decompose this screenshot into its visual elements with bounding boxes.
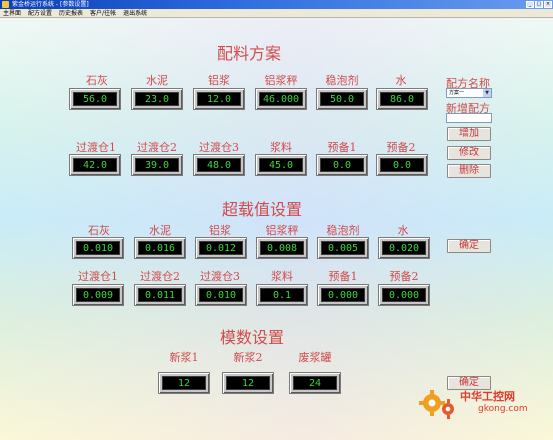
recipe-aluminum-field[interactable]: 12.0: [193, 88, 245, 110]
add-button[interactable]: 增加: [447, 127, 491, 141]
recipe-label-spare-2: 预备2: [386, 141, 416, 154]
overload-label-spare-2: 预备2: [389, 270, 419, 283]
overload-label-slurry: 浆料: [271, 270, 293, 283]
modulus-label-new-slurry-1: 新浆1: [169, 351, 199, 364]
menu-bar: 主界面 配方设置 历史报表 客户/往帐 退出系统: [0, 9, 553, 18]
overload-cement-field[interactable]: 0.016: [134, 237, 186, 259]
menu-exit[interactable]: 退出系统: [123, 9, 147, 17]
recipe-label-water: 水: [395, 74, 407, 87]
recipe-transit-bin-3-field[interactable]: 48.0: [193, 154, 245, 176]
menu-recipe[interactable]: 配方设置: [28, 9, 52, 17]
delete-button[interactable]: 删除: [447, 164, 491, 178]
menu-main[interactable]: 主界面: [3, 9, 21, 17]
chevron-down-icon[interactable]: ▼: [483, 89, 491, 97]
menu-customer[interactable]: 客户/往帐: [90, 9, 116, 17]
overload-confirm-button[interactable]: 确定: [447, 239, 491, 253]
recipe-label-transit-bin-2: 过渡仓2: [137, 141, 177, 154]
recipe-stabilizer-field[interactable]: 50.0: [316, 88, 368, 110]
recipe-transit-bin-2-field[interactable]: 39.0: [131, 154, 183, 176]
recipe-label-aluminum: 铝浆: [208, 74, 230, 87]
recipe-spare-2-field[interactable]: 0.0: [376, 154, 428, 176]
recipe-label-slurry: 浆料: [270, 141, 292, 154]
overload-label-lime: 石灰: [88, 224, 110, 237]
menu-history-report[interactable]: 历史报表: [59, 9, 83, 17]
recipe-slurry-field[interactable]: 45.0: [255, 154, 307, 176]
overload-label-aluminum-scale: 铝浆秤: [265, 224, 299, 237]
recipe-water-field[interactable]: 86.0: [376, 88, 428, 110]
overload-stabilizer-field[interactable]: 0.005: [317, 237, 369, 259]
overload-spare-2-field[interactable]: 0.000: [378, 284, 430, 306]
overload-transit-bin-2-field[interactable]: 0.011: [134, 284, 186, 306]
modulus-new-slurry-1-field[interactable]: 12: [158, 372, 210, 394]
recipe-cement-field[interactable]: 23.0: [131, 88, 183, 110]
modulus-label-new-slurry-2: 新浆2: [233, 351, 263, 364]
maximize-button[interactable]: □: [535, 1, 543, 8]
recipe-label-transit-bin-3: 过渡仓3: [199, 141, 239, 154]
overload-aluminum-field[interactable]: 0.012: [195, 237, 247, 259]
gear-icon: [419, 390, 454, 419]
overload-label-spare-1: 预备1: [328, 270, 358, 283]
modulus-label-waste-tank: 废浆罐: [298, 351, 332, 364]
new-recipe-input[interactable]: [446, 113, 492, 123]
overload-water-field[interactable]: 0.020: [378, 237, 430, 259]
overload-label-transit-bin-1: 过渡仓1: [78, 270, 118, 283]
overload-aluminum-scale-field[interactable]: 0.008: [256, 237, 308, 259]
window-title: 紫金桥运行系统 - [参数设置]: [12, 1, 89, 8]
recipe-spare-1-field[interactable]: 0.0: [316, 154, 368, 176]
recipe-label-cement: 水泥: [146, 74, 168, 87]
watermark-brand: 中华工控网: [460, 390, 515, 403]
overload-spare-1-field[interactable]: 0.000: [317, 284, 369, 306]
recipe-name-selected: 方案一: [449, 90, 465, 96]
overload-label-transit-bin-3: 过渡仓3: [200, 270, 240, 283]
parameter-panel: 配料方案 石灰 水泥 铝浆 铝浆秤 稳泡剂 水 56.0 23.0 12.0 4…: [0, 18, 553, 440]
modify-button[interactable]: 修改: [447, 146, 491, 160]
overload-lime-field[interactable]: 0.010: [72, 237, 124, 259]
overload-transit-bin-1-field[interactable]: 0.009: [72, 284, 124, 306]
watermark-logo: 中华工控网 gkong.com: [418, 383, 553, 440]
recipe-label-aluminum-scale: 铝浆秤: [264, 74, 298, 87]
modulus-title: 模数设置: [220, 328, 285, 347]
recipe-transit-bin-1-field[interactable]: 42.0: [69, 154, 121, 176]
close-button[interactable]: ×: [544, 1, 552, 8]
window-controls: _ □ ×: [526, 1, 552, 8]
modulus-waste-tank-field[interactable]: 24: [289, 372, 341, 394]
watermark-site: gkong.com: [478, 404, 528, 414]
recipe-aluminum-scale-field[interactable]: 46.000: [255, 88, 307, 110]
overload-title: 超载值设置: [222, 200, 303, 219]
overload-transit-bin-3-field[interactable]: 0.010: [195, 284, 247, 306]
recipe-title: 配料方案: [217, 44, 282, 63]
recipe-name-select[interactable]: 方案一 ▼: [446, 88, 492, 98]
app-icon: [2, 1, 9, 8]
overload-label-water: 水: [397, 224, 409, 237]
title-bar: 紫金桥运行系统 - [参数设置] _ □ ×: [0, 0, 553, 9]
minimize-button[interactable]: _: [526, 1, 534, 8]
overload-label-aluminum: 铝浆: [209, 224, 231, 237]
modulus-new-slurry-2-field[interactable]: 12: [222, 372, 274, 394]
recipe-label-transit-bin-1: 过渡仓1: [76, 141, 116, 154]
overload-slurry-field[interactable]: 0.1: [256, 284, 308, 306]
recipe-lime-field[interactable]: 56.0: [69, 88, 121, 110]
